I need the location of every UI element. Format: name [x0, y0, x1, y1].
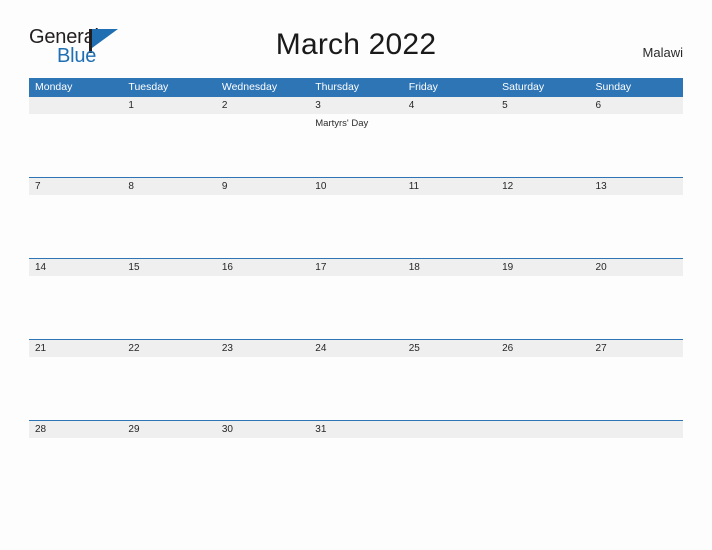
day-number[interactable]: 28	[29, 421, 122, 438]
day-cell[interactable]	[29, 114, 122, 177]
day-number[interactable]: 7	[29, 178, 122, 195]
day-cell[interactable]	[590, 357, 683, 420]
day-cell[interactable]	[590, 438, 683, 501]
week-date-band: 28 29 30 31	[29, 421, 683, 438]
day-cell[interactable]	[122, 357, 215, 420]
week-row: 14 15 16 17 18 19 20	[29, 258, 683, 339]
day-number[interactable]: 3	[309, 97, 402, 114]
week-row: 7 8 9 10 11 12 13	[29, 177, 683, 258]
week-date-band: 14 15 16 17 18 19 20	[29, 259, 683, 276]
day-number[interactable]: 16	[216, 259, 309, 276]
week-event-band	[29, 357, 683, 420]
day-cell[interactable]	[496, 276, 589, 339]
day-cell[interactable]	[403, 114, 496, 177]
weekday-header-row: Monday Tuesday Wednesday Thursday Friday…	[29, 78, 683, 96]
day-cell[interactable]	[403, 438, 496, 501]
day-cell[interactable]	[29, 195, 122, 258]
day-number[interactable]: 26	[496, 340, 589, 357]
page-title: March 2022	[275, 28, 437, 61]
day-cell[interactable]	[216, 276, 309, 339]
day-cell[interactable]	[216, 357, 309, 420]
day-cell[interactable]	[309, 195, 402, 258]
day-number[interactable]: 5	[496, 97, 589, 114]
day-cell[interactable]	[403, 357, 496, 420]
week-event-band	[29, 195, 683, 258]
day-number[interactable]: 17	[309, 259, 402, 276]
week-date-band: 7 8 9 10 11 12 13	[29, 178, 683, 195]
day-number[interactable]: 13	[590, 178, 683, 195]
country-label: Malawi	[642, 45, 683, 60]
day-cell[interactable]	[496, 114, 589, 177]
weekday-header-saturday: Saturday	[502, 81, 545, 93]
day-number[interactable]	[496, 421, 589, 438]
day-number[interactable]: 12	[496, 178, 589, 195]
day-cell[interactable]	[403, 276, 496, 339]
day-number[interactable]: 15	[122, 259, 215, 276]
day-cell[interactable]	[216, 195, 309, 258]
day-cell[interactable]	[216, 114, 309, 177]
day-cell[interactable]	[496, 357, 589, 420]
day-number[interactable]: 30	[216, 421, 309, 438]
day-number[interactable]: 4	[403, 97, 496, 114]
event-label: Martyrs' Day	[315, 118, 369, 129]
day-number[interactable]: 1	[122, 97, 215, 114]
day-number[interactable]	[29, 97, 122, 114]
day-number[interactable]: 23	[216, 340, 309, 357]
day-cell[interactable]: Martyrs' Day	[309, 114, 402, 177]
day-number[interactable]: 20	[590, 259, 683, 276]
day-number[interactable]: 14	[29, 259, 122, 276]
weekday-header-monday: Monday	[35, 81, 73, 93]
day-number[interactable]: 6	[590, 97, 683, 114]
day-cell[interactable]	[309, 276, 402, 339]
day-cell[interactable]	[29, 276, 122, 339]
day-number[interactable]: 8	[122, 178, 215, 195]
day-cell[interactable]	[216, 438, 309, 501]
day-number[interactable]: 29	[122, 421, 215, 438]
week-date-band: 1 2 3 4 5 6	[29, 97, 683, 114]
day-number[interactable]: 18	[403, 259, 496, 276]
day-cell[interactable]	[122, 195, 215, 258]
weekday-header-tuesday: Tuesday	[128, 81, 169, 93]
day-cell[interactable]	[309, 438, 402, 501]
week-row: 21 22 23 24 25 26 27	[29, 339, 683, 420]
calendar-grid: Monday Tuesday Wednesday Thursday Friday…	[29, 78, 683, 501]
day-number[interactable]: 27	[590, 340, 683, 357]
week-row: 28 29 30 31	[29, 420, 683, 501]
day-number[interactable]: 19	[496, 259, 589, 276]
day-number[interactable]: 2	[216, 97, 309, 114]
day-cell[interactable]	[496, 195, 589, 258]
day-number[interactable]: 24	[309, 340, 402, 357]
day-cell[interactable]	[590, 114, 683, 177]
day-cell[interactable]	[122, 276, 215, 339]
day-cell[interactable]	[122, 438, 215, 501]
day-cell[interactable]	[590, 195, 683, 258]
day-cell[interactable]	[590, 276, 683, 339]
day-cell[interactable]	[403, 195, 496, 258]
page-header: General Blue March 2022 Malawi	[0, 0, 712, 76]
day-number[interactable]: 21	[29, 340, 122, 357]
day-cell[interactable]	[29, 357, 122, 420]
day-number[interactable]	[590, 421, 683, 438]
day-cell[interactable]	[309, 357, 402, 420]
day-cell[interactable]	[29, 438, 122, 501]
week-date-band: 21 22 23 24 25 26 27	[29, 340, 683, 357]
weekday-header-sunday: Sunday	[595, 81, 632, 93]
week-event-band	[29, 276, 683, 339]
weekday-header-thursday: Thursday	[315, 81, 360, 93]
weekday-header-friday: Friday	[408, 81, 438, 93]
day-number[interactable]: 11	[403, 178, 496, 195]
week-row: 1 2 3 4 5 6 Martyrs' Day	[29, 96, 683, 177]
day-number[interactable]	[403, 421, 496, 438]
weekday-header-wednesday: Wednesday	[221, 81, 278, 93]
day-number[interactable]: 10	[309, 178, 402, 195]
day-number[interactable]: 9	[216, 178, 309, 195]
week-event-band	[29, 438, 683, 501]
day-number[interactable]: 22	[122, 340, 215, 357]
day-number[interactable]: 31	[309, 421, 402, 438]
day-cell[interactable]	[122, 114, 215, 177]
day-number[interactable]: 25	[403, 340, 496, 357]
day-cell[interactable]	[496, 438, 589, 501]
week-event-band: Martyrs' Day	[29, 114, 683, 177]
